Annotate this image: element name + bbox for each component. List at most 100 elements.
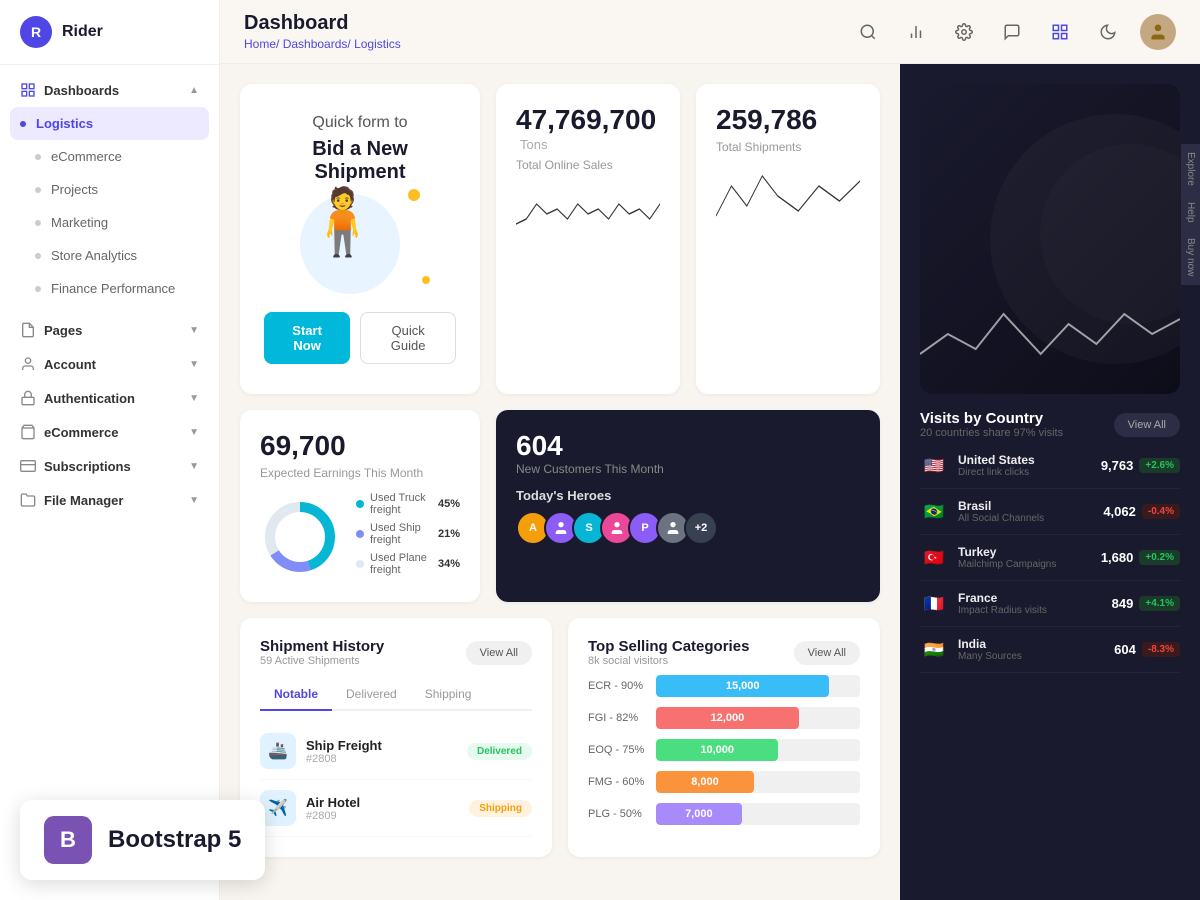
breadcrumb: Home/ Dashboards/ Logistics bbox=[244, 37, 401, 51]
breadcrumb-home[interactable]: Home/ bbox=[244, 37, 279, 51]
header: Dashboard Home/ Dashboards/ Logistics bbox=[220, 0, 1200, 64]
visits-sub: 20 countries share 97% visits bbox=[920, 427, 1063, 439]
chevron-down-icon: ▼ bbox=[189, 393, 199, 404]
earnings-value: 69,700 bbox=[260, 430, 346, 461]
dashboard-icon bbox=[20, 82, 36, 98]
country-sub: All Social Channels bbox=[958, 513, 1093, 524]
bar-fill: 10,000 bbox=[656, 739, 778, 761]
sidebar-auth-header[interactable]: Authentication ▼ bbox=[0, 381, 219, 415]
sidebar-item-logistics[interactable]: Logistics bbox=[10, 107, 209, 140]
bar-fill: 7,000 bbox=[656, 803, 742, 825]
bar-track: 10,000 bbox=[656, 739, 860, 761]
settings-icon[interactable] bbox=[948, 16, 980, 48]
chevron-up-icon: ▲ bbox=[189, 85, 199, 96]
bar-row: FGI - 82% 12,000 bbox=[588, 707, 860, 729]
theme-icon[interactable] bbox=[1092, 16, 1124, 48]
ecommerce-label: eCommerce bbox=[51, 149, 122, 164]
shipment-view-all-button[interactable]: View All bbox=[466, 641, 532, 665]
tab-notable[interactable]: Notable bbox=[260, 679, 332, 711]
main-content: Quick form to Bid a New Shipment 🧍 Start… bbox=[220, 64, 900, 900]
sidebar-item-ecommerce[interactable]: eCommerce bbox=[0, 140, 219, 173]
sidebar-account-header[interactable]: Account ▼ bbox=[0, 347, 219, 381]
sidebar-files-header[interactable]: File Manager ▼ bbox=[0, 483, 219, 517]
customers-card: 604 New Customers This Month Today's Her… bbox=[496, 410, 880, 602]
plane-legend: Used Plane freight 34% bbox=[356, 552, 460, 576]
logo[interactable]: R Rider bbox=[0, 0, 219, 65]
main-area: Dashboard Home/ Dashboards/ Logistics bbox=[220, 0, 1200, 900]
categories-view-all-button[interactable]: View All bbox=[794, 641, 860, 665]
quick-guide-button[interactable]: Quick Guide bbox=[360, 312, 456, 364]
country-change: -8.3% bbox=[1142, 642, 1180, 657]
sidebar-item-projects[interactable]: Projects bbox=[0, 173, 219, 206]
ship-dot bbox=[356, 530, 364, 538]
tab-delivered[interactable]: Delivered bbox=[332, 679, 411, 709]
country-change: +2.6% bbox=[1139, 458, 1180, 473]
country-value: 849 bbox=[1112, 596, 1134, 611]
bootstrap-badge: B Bootstrap 5 bbox=[20, 800, 265, 880]
bar-fill: 15,000 bbox=[656, 675, 829, 697]
chevron-down-icon: ▼ bbox=[189, 325, 199, 336]
bar-row: PLG - 50% 7,000 bbox=[588, 803, 860, 825]
auth-icon bbox=[20, 390, 36, 406]
total-sales-label: Total Online Sales bbox=[516, 158, 660, 172]
sidebar-item-marketing[interactable]: Marketing bbox=[0, 206, 219, 239]
country-name: Brasil bbox=[958, 499, 1093, 513]
shipment-item-2: ✈️ Air Hotel #2809 Shipping bbox=[260, 780, 532, 837]
header-left: Dashboard Home/ Dashboards/ Logistics bbox=[244, 12, 401, 51]
header-actions bbox=[852, 14, 1176, 50]
bar-track: 7,000 bbox=[656, 803, 860, 825]
bar-track: 12,000 bbox=[656, 707, 860, 729]
page-title: Dashboard bbox=[244, 12, 401, 35]
chevron-down-icon: ▼ bbox=[189, 461, 199, 472]
plane-pct: 34% bbox=[438, 558, 460, 570]
marketing-label: Marketing bbox=[51, 215, 108, 230]
app-name: Rider bbox=[62, 23, 103, 41]
tab-shipping[interactable]: Shipping bbox=[411, 679, 486, 709]
bootstrap-icon: B bbox=[44, 816, 92, 864]
sidebar: R Rider Dashboards ▲ Logistics eCommerce… bbox=[0, 0, 220, 900]
start-now-button[interactable]: Start Now bbox=[264, 312, 350, 364]
bar-fill: 12,000 bbox=[656, 707, 799, 729]
country-stat: 9,763 +2.6% bbox=[1101, 458, 1180, 473]
grid-icon[interactable] bbox=[1044, 16, 1076, 48]
country-stat: 849 +4.1% bbox=[1112, 596, 1180, 611]
search-icon[interactable] bbox=[852, 16, 884, 48]
chevron-down-icon: ▼ bbox=[189, 359, 199, 370]
help-label[interactable]: Help bbox=[1181, 194, 1200, 231]
avatar[interactable] bbox=[1140, 14, 1176, 50]
shipment-item-1: 🚢 Ship Freight #2808 Delivered bbox=[260, 723, 532, 780]
visits-view-all-button[interactable]: View All bbox=[1114, 413, 1180, 437]
shipment-history-card: Shipment History 59 Active Shipments Vie… bbox=[240, 618, 552, 857]
plane-dot bbox=[356, 560, 364, 568]
country-info: Turkey Mailchimp Campaigns bbox=[958, 545, 1091, 570]
sidebar-subs-header[interactable]: Subscriptions ▼ bbox=[0, 449, 219, 483]
sidebar-ecommerce2-header[interactable]: eCommerce ▼ bbox=[0, 415, 219, 449]
shipment-history-title-group: Shipment History 59 Active Shipments bbox=[260, 638, 384, 667]
sidebar-dashboards-header[interactable]: Dashboards ▲ bbox=[0, 73, 219, 107]
messages-icon[interactable] bbox=[996, 16, 1028, 48]
promo-subtitle: Bid a New Shipment bbox=[264, 138, 456, 184]
projects-label: Projects bbox=[51, 182, 98, 197]
chevron-down-icon: ▼ bbox=[189, 495, 199, 506]
ship-pct: 21% bbox=[438, 528, 460, 540]
truck-label: Used Truck freight bbox=[370, 492, 438, 516]
buy-now-label[interactable]: Buy now bbox=[1181, 230, 1200, 284]
promo-actions: Start Now Quick Guide bbox=[264, 312, 456, 364]
ship-label: Used Ship freight bbox=[370, 522, 438, 546]
ecommerce-icon bbox=[20, 424, 36, 440]
breadcrumb-dashboards[interactable]: Dashboards/ bbox=[283, 37, 351, 51]
illustration-figure: 🧍 bbox=[302, 184, 383, 260]
earnings-label: Expected Earnings This Month bbox=[260, 466, 460, 480]
explore-label[interactable]: Explore bbox=[1181, 144, 1200, 194]
shipment-history-sub: 59 Active Shipments bbox=[260, 655, 384, 667]
chart-icon[interactable] bbox=[900, 16, 932, 48]
sidebar-item-finance[interactable]: Finance Performance bbox=[0, 272, 219, 305]
sidebar-pages-header[interactable]: Pages ▼ bbox=[0, 313, 219, 347]
hero-avatar-more: +2 bbox=[684, 511, 718, 545]
sidebar-item-store-analytics[interactable]: Store Analytics bbox=[0, 239, 219, 272]
earnings-card: 69,700 Expected Earnings This Month bbox=[240, 410, 480, 602]
bar-label: FGI - 82% bbox=[588, 712, 648, 724]
ship-legend: Used Ship freight 21% bbox=[356, 522, 460, 546]
right-panel: Explore Help Buy now Visits by Country 2 bbox=[900, 64, 1200, 900]
country-change: -0.4% bbox=[1142, 504, 1180, 519]
